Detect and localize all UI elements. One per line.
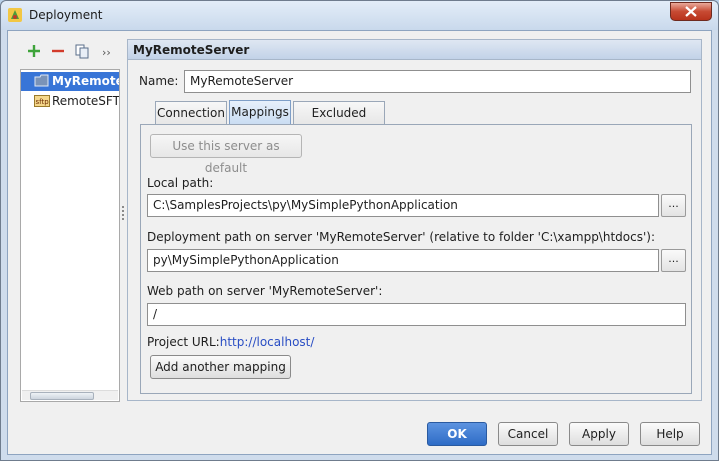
help-button[interactable]: Help [640,422,700,446]
deployment-path-input[interactable]: py\MySimplePythonApplication [147,249,659,272]
cancel-button[interactable]: Cancel [498,422,558,446]
server-settings-panel: MyRemoteServer Name: MyRemoteServer Conn… [127,39,702,401]
deployment-path-label: Deployment path on server 'MyRemoteServe… [147,230,655,244]
splitter-handle[interactable] [121,206,125,222]
name-input[interactable]: MyRemoteServer [184,70,691,93]
close-button[interactable] [670,2,712,21]
title-bar[interactable]: Deployment [1,1,718,30]
window-title: Deployment [29,8,103,22]
use-as-default-button[interactable]: Use this server as default [150,134,302,175]
tab-excluded-paths[interactable]: Excluded Paths [293,101,385,142]
server-item-label: MyRemoteServer [52,74,119,88]
dialog-content: ›› MyRemoteServer sftp RemoteSFTP [7,30,712,455]
project-url-link[interactable]: http://localhost/ [220,335,315,349]
app-icon [7,7,23,23]
deployment-path-browse-button[interactable]: ... [661,249,686,272]
add-mapping-button[interactable]: Add another mapping [150,355,291,379]
apply-button[interactable]: Apply [569,422,629,446]
server-list[interactable]: MyRemoteServer sftp RemoteSFTP [20,69,120,402]
more-icon[interactable]: ›› [102,46,118,62]
copy-icon[interactable] [74,43,90,59]
name-label: Name: [139,74,179,88]
folder-server-icon [34,74,50,88]
project-url-label: Project URL:http://localhost/ [147,335,314,349]
web-path-label: Web path on server 'MyRemoteServer': [147,284,383,298]
close-icon [685,6,697,17]
scrollbar-thumb[interactable] [30,392,94,400]
tab-mappings[interactable]: Mappings [229,100,291,125]
local-path-browse-button[interactable]: ... [661,194,686,217]
tab-connection[interactable]: Connection [155,101,227,125]
panel-title: MyRemoteServer [128,40,701,60]
horizontal-scrollbar[interactable] [22,390,118,400]
web-path-input[interactable]: / [147,303,686,326]
server-item-remotesftp[interactable]: sftp RemoteSFTP [21,92,119,111]
sftp-icon: sftp [34,94,50,108]
minus-icon[interactable] [50,43,66,59]
mappings-tab-panel: Use this server as default Local path: C… [140,124,692,394]
local-path-label: Local path: [147,176,214,190]
deployment-dialog: Deployment ›› MyRemot sftp RemoteSFTP My… [0,0,719,461]
server-item-label: RemoteSFTP [52,94,120,108]
server-item-myremoteserver[interactable]: MyRemoteServer [21,72,119,91]
plus-icon[interactable] [26,43,42,59]
local-path-input[interactable]: C:\SamplesProjects\py\MySimplePythonAppl… [147,194,659,217]
ok-button[interactable]: OK [427,422,487,446]
project-url-caption: Project URL: [147,335,220,349]
svg-text:sftp: sftp [36,98,50,106]
